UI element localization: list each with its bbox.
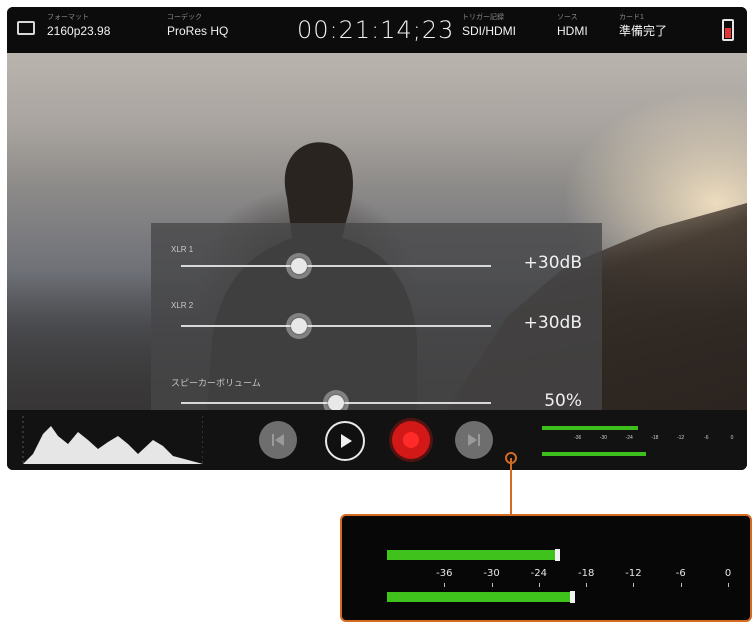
- audio-meter-zoomed: -36 -30 -24 -18 -12 -6 0: [342, 516, 750, 620]
- meter-scale-label: -24: [625, 435, 633, 441]
- record-icon: [403, 432, 419, 448]
- meter-level-bar-ch1: [387, 550, 555, 560]
- trigger-value: SDI/HDMI: [462, 24, 516, 38]
- format-value: 2160p23.98: [47, 24, 111, 38]
- trigger-status[interactable]: トリガー記録 SDI/HDMI: [462, 13, 516, 39]
- xlr1-value: +30dB: [523, 253, 582, 273]
- meter-scale-mark: [728, 583, 729, 587]
- meter-scale-mark: [491, 583, 493, 587]
- format-label: フォーマット: [47, 14, 89, 21]
- codec-label: コーデック: [167, 14, 202, 21]
- meter-scale-label: 0: [730, 435, 734, 441]
- meter-scale-label: -36: [574, 435, 582, 441]
- audio-meter[interactable]: -36 -30 -24 -18 -12 -6 0: [542, 424, 737, 460]
- skip-back-button[interactable]: [259, 421, 297, 459]
- skip-back-icon: [272, 434, 284, 446]
- xlr1-label: XLR 1: [171, 245, 194, 254]
- source-status[interactable]: ソース HDMI: [557, 13, 588, 39]
- meter-scale-label: -18: [651, 435, 659, 441]
- histogram: [22, 416, 203, 464]
- meter-scale-mark: [680, 583, 682, 587]
- source-label: ソース: [557, 14, 578, 21]
- meter-level-bar-ch2: [387, 592, 571, 602]
- play-icon: [341, 434, 352, 448]
- video-preview: XLR 1 +30dB XLR 2 +30dB スピーカーボリューム 50%: [7, 53, 747, 436]
- meter-peak-indicator: [570, 591, 576, 603]
- speaker-volume-label: スピーカーボリューム: [171, 378, 261, 388]
- card-value: 準備完了: [619, 24, 668, 38]
- meter-scale-label: -18: [577, 568, 595, 579]
- timecode[interactable]: 00:21:14;23: [297, 16, 454, 44]
- meter-peak-indicator: [554, 549, 560, 561]
- source-value: HDMI: [557, 24, 588, 38]
- transport-bar: -36 -30 -24 -18 -12 -6 0: [7, 410, 747, 470]
- battery-icon: [722, 19, 734, 41]
- skip-forward-button[interactable]: [455, 421, 493, 459]
- card-status[interactable]: カード1 準備完了: [619, 13, 667, 39]
- meter-scale-label: -6: [675, 568, 686, 579]
- speaker-volume-value: 50%: [544, 391, 582, 411]
- meter-scale-label: 0: [724, 568, 732, 579]
- meter-scale-mark: [444, 583, 446, 587]
- meter-scale-mark: [633, 583, 635, 587]
- meter-scale-mark: [538, 583, 540, 587]
- monitor-icon[interactable]: [17, 21, 35, 35]
- meter-scale-label: -36: [436, 568, 453, 579]
- xlr2-slider-track[interactable]: [181, 325, 491, 327]
- meter-level-bar-ch1: [542, 426, 638, 430]
- skip-forward-icon: [468, 434, 480, 446]
- meter-scale-mark: [586, 583, 588, 587]
- meter-scale-label: -30: [599, 435, 608, 441]
- meter-scale-label: -30: [483, 568, 500, 579]
- codec-value: ProRes HQ: [167, 24, 229, 38]
- recorder-screen: フォーマット 2160p23.98 コーデック ProRes HQ 00:21:…: [7, 7, 747, 470]
- meter-scale-label: -12: [676, 435, 685, 441]
- trigger-label: トリガー記録: [462, 14, 504, 21]
- status-bar: フォーマット 2160p23.98 コーデック ProRes HQ 00:21:…: [7, 7, 747, 53]
- audio-settings-panel: XLR 1 +30dB XLR 2 +30dB スピーカーボリューム 50%: [151, 223, 602, 436]
- meter-scale-label: -12: [625, 568, 642, 579]
- xlr1-slider-track[interactable]: [181, 265, 491, 267]
- record-button[interactable]: [392, 421, 430, 459]
- xlr2-label: XLR 2: [171, 301, 194, 310]
- xlr2-value: +30dB: [523, 313, 582, 333]
- callout-leader-line: [510, 458, 512, 515]
- meter-scale-label: -6: [704, 435, 709, 441]
- meter-scale-label: -24: [530, 568, 548, 579]
- card-label: カード1: [619, 14, 644, 21]
- xlr2-slider-knob[interactable]: [285, 313, 312, 339]
- xlr1-slider-knob[interactable]: [285, 253, 312, 279]
- format-status[interactable]: フォーマット 2160p23.98: [47, 13, 110, 39]
- meter-level-bar-ch2: [542, 452, 647, 456]
- audio-meter-callout: -36 -30 -24 -18 -12 -6 0: [340, 514, 752, 622]
- codec-status[interactable]: コーデック ProRes HQ: [167, 13, 228, 39]
- play-button[interactable]: [325, 421, 365, 461]
